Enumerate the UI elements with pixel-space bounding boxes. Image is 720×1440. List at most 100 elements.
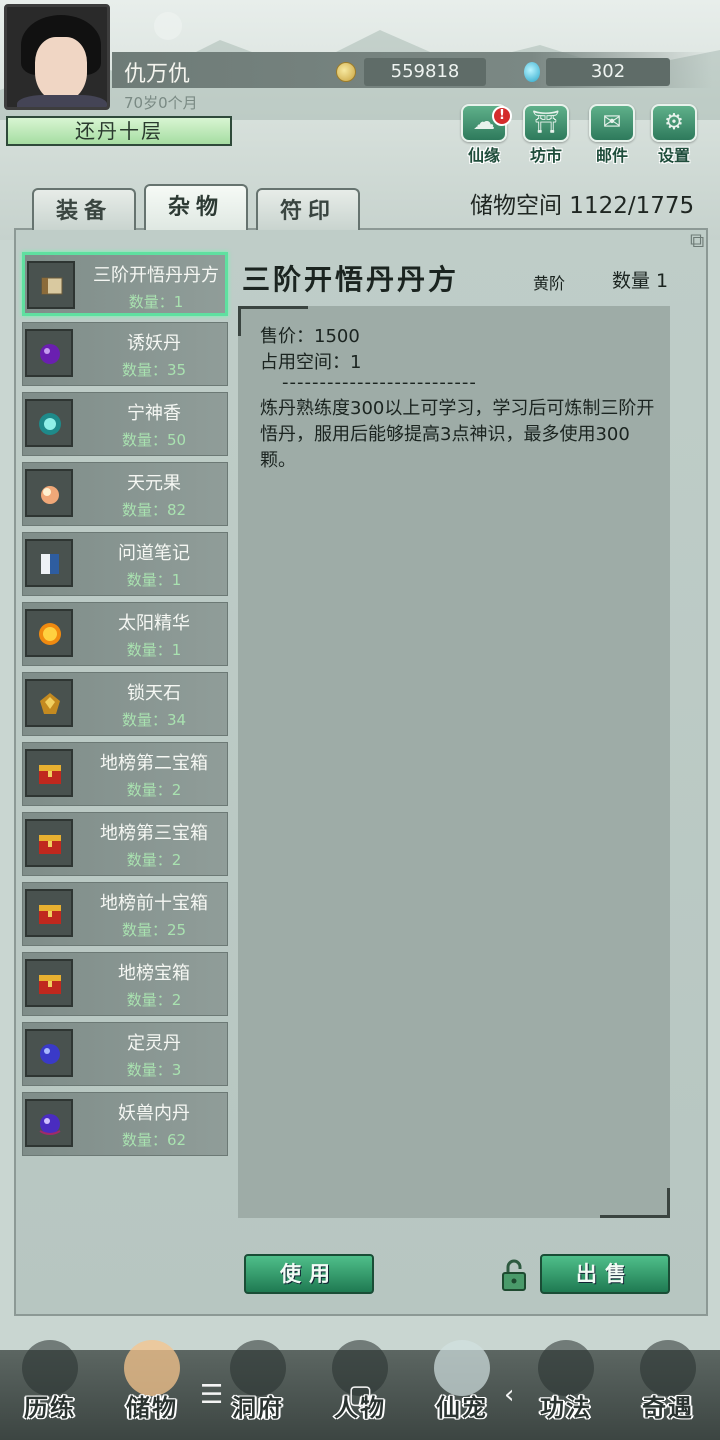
home-icon[interactable]: ▢ — [348, 1380, 373, 1410]
realm-badge: 还丹十层 — [6, 116, 232, 146]
treasure-chest-icon — [25, 959, 73, 1007]
list-item[interactable]: 天元果 数量：82 — [22, 462, 228, 526]
xianyuan-label: 仙缘 — [467, 146, 500, 165]
market-button[interactable]: ⛩ 坊市 — [518, 104, 574, 166]
item-qty: 数量：34 — [121, 711, 187, 729]
nav-storage[interactable]: 储物 — [102, 1336, 202, 1436]
list-item[interactable]: 地榜宝箱 数量：2 — [22, 952, 228, 1016]
tab-talisman[interactable]: 符印 — [256, 188, 360, 230]
item-qty: 数量：3 — [126, 1061, 182, 1079]
item-name: 诱妖丹 — [127, 333, 181, 354]
item-name: 地榜第二宝箱 — [100, 753, 208, 774]
gear-icon: ⚙ — [651, 104, 697, 142]
purple-pill-icon — [25, 329, 73, 377]
storage-capacity: 储物空间 1122/1775 — [470, 193, 695, 219]
settings-button[interactable]: ⚙ 设置 — [646, 104, 702, 166]
detail-grade: 黄阶 — [533, 274, 566, 293]
beast-core-icon — [25, 1099, 73, 1147]
treasure-chest-icon — [25, 819, 73, 867]
detail-title: 三阶开悟丹丹方 — [242, 263, 460, 296]
item-name: 宁神香 — [127, 403, 181, 424]
treasure-chest-icon — [25, 889, 73, 937]
item-name: 地榜前十宝箱 — [100, 893, 208, 914]
nav-pet[interactable]: 仙宠 — [412, 1336, 512, 1436]
item-qty: 数量：1 — [126, 571, 182, 589]
coin-icon — [336, 62, 356, 82]
list-item[interactable]: 妖兽内丹 数量：62 — [22, 1092, 228, 1156]
item-qty: 数量：2 — [126, 991, 182, 1009]
nav-training[interactable]: 历练 — [0, 1336, 100, 1436]
expand-icon[interactable]: ⧉ — [690, 228, 704, 252]
treasure-chest-icon — [25, 749, 73, 797]
nav-label: 储物 — [126, 1394, 178, 1422]
alert-badge: ! — [492, 106, 512, 126]
detail-space: 占用空间：1 — [260, 352, 362, 373]
tab-misc[interactable]: 杂物 — [144, 184, 248, 230]
list-item[interactable]: 地榜第二宝箱 数量：2 — [22, 742, 228, 806]
avatar[interactable] — [4, 4, 110, 110]
detail-quantity: 数量 1 — [612, 270, 669, 292]
sell-button[interactable]: 出售 — [540, 1254, 670, 1294]
sun-orb-icon — [25, 609, 73, 657]
item-name: 问道笔记 — [118, 543, 190, 564]
list-item[interactable]: 问道笔记 数量：1 — [22, 532, 228, 596]
item-name: 锁天石 — [127, 683, 181, 704]
list-item[interactable]: 三阶开悟丹丹方 数量：1 — [22, 252, 228, 316]
item-name: 太阳精华 — [118, 613, 190, 634]
item-qty: 数量：82 — [121, 501, 187, 519]
nav-label: 仙宠 — [436, 1394, 488, 1422]
list-item[interactable]: 宁神香 数量：50 — [22, 392, 228, 456]
item-qty: 数量：1 — [128, 293, 184, 311]
item-qty: 数量：25 — [121, 921, 187, 939]
blue-pill-icon — [25, 1029, 73, 1077]
nav-label: 奇遇 — [642, 1394, 694, 1422]
pavilion-icon: ⛩ — [523, 104, 569, 142]
detail-price: 售价：1500 — [260, 326, 360, 347]
item-name: 地榜宝箱 — [118, 963, 190, 984]
fruit-icon — [25, 469, 73, 517]
incense-icon — [25, 399, 73, 447]
player-age: 70岁0个月 — [124, 94, 198, 112]
stone-icon — [25, 679, 73, 727]
nav-label: 历练 — [24, 1394, 76, 1422]
item-name: 定灵丹 — [127, 1033, 181, 1054]
item-qty: 数量：62 — [121, 1131, 187, 1149]
mail-button[interactable]: ✉ 邮件 — [584, 104, 640, 166]
nav-label: 功法 — [540, 1394, 592, 1422]
list-item[interactable]: 太阳精华 数量：1 — [22, 602, 228, 666]
use-button[interactable]: 使用 — [244, 1254, 374, 1294]
menu-icon[interactable]: ☰ — [200, 1380, 223, 1410]
market-label: 坊市 — [529, 146, 562, 165]
xianyuan-button[interactable]: ☁ ! 仙缘 — [456, 104, 512, 166]
coin-count: 559818 — [364, 58, 486, 86]
item-name: 三阶开悟丹丹方 — [93, 265, 219, 286]
mail-icon: ✉ — [589, 104, 635, 142]
book-icon — [25, 539, 73, 587]
list-item[interactable]: 地榜第三宝箱 数量：2 — [22, 812, 228, 876]
item-qty: 数量：2 — [126, 781, 182, 799]
item-qty: 数量：50 — [121, 431, 187, 449]
scroll-icon — [27, 261, 75, 309]
back-icon[interactable]: ‹ — [504, 1380, 514, 1410]
lock-icon[interactable] — [500, 1258, 528, 1292]
gem-icon — [524, 62, 540, 82]
list-item[interactable]: 地榜前十宝箱 数量：25 — [22, 882, 228, 946]
settings-label: 设置 — [657, 146, 690, 165]
mail-label: 邮件 — [595, 146, 628, 165]
item-qty: 数量：2 — [126, 851, 182, 869]
list-item[interactable]: 锁天石 数量：34 — [22, 672, 228, 736]
player-name: 仇万仇 — [124, 62, 191, 87]
item-qty: 数量：35 — [121, 361, 187, 379]
detail-divider: -------------------------- — [282, 372, 477, 393]
item-name: 妖兽内丹 — [118, 1103, 190, 1124]
gem-count: 302 — [546, 58, 670, 86]
detail-description: 炼丹熟练度300以上可学习，学习后可炼制三阶开悟丹，服用后能够提高3点神识，最多… — [260, 398, 655, 471]
list-item[interactable]: 定灵丹 数量：3 — [22, 1022, 228, 1086]
item-qty: 数量：1 — [126, 641, 182, 659]
nav-skills[interactable]: 功法 — [516, 1336, 616, 1436]
list-item[interactable]: 诱妖丹 数量：35 — [22, 322, 228, 386]
tab-equipment[interactable]: 装备 — [32, 188, 136, 230]
item-name: 地榜第三宝箱 — [100, 823, 208, 844]
nav-adventure[interactable]: 奇遇 — [618, 1336, 718, 1436]
item-name: 天元果 — [127, 473, 181, 494]
